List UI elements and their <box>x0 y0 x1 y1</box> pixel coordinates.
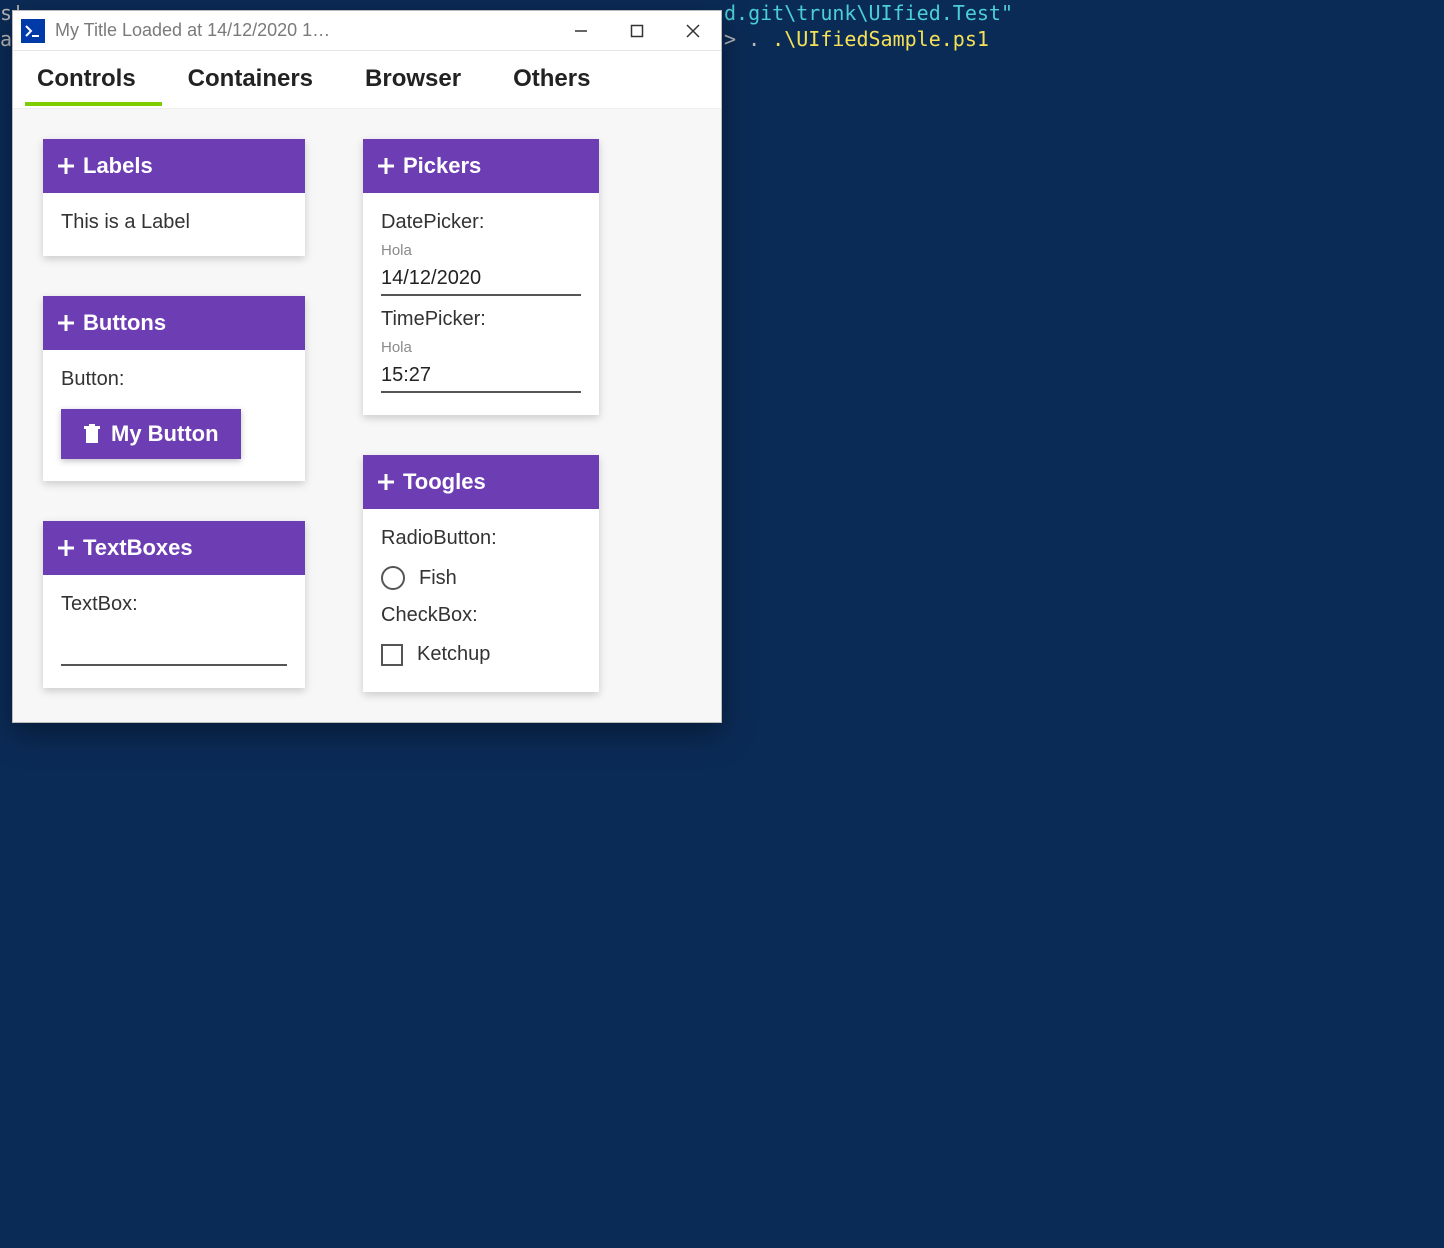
terminal-command: .\UIfiedSample.ps1 <box>772 27 989 51</box>
terminal-prompt: > . <box>724 27 772 51</box>
card-textboxes: TextBoxes TextBox: <box>43 521 305 688</box>
datepicker-label: DatePicker: <box>381 211 581 234</box>
card-header-toggles[interactable]: Toogles <box>363 455 599 509</box>
card-pickers: Pickers DatePicker: Hola TimePi <box>363 139 599 415</box>
checkbox-label: CheckBox: <box>381 604 581 627</box>
titlebar[interactable]: My Title Loaded at 14/12/2020 1… <box>13 11 721 51</box>
card-header-buttons-title: Buttons <box>83 310 166 336</box>
terminal-line-path: d.git\trunk\UIfied.Test" <box>724 0 1444 26</box>
tab-bar: Controls Containers Browser Others <box>13 51 721 109</box>
plus-icon <box>377 157 395 175</box>
button-field-label: Button: <box>61 368 287 391</box>
application-window: My Title Loaded at 14/12/2020 1… Control… <box>12 10 722 723</box>
powershell-app-icon <box>21 19 45 43</box>
content-area: Labels This is a Label Buttons Button: <box>13 109 721 722</box>
my-button[interactable]: My Button <box>61 409 241 459</box>
radiobutton-label: RadioButton: <box>381 527 581 550</box>
textbox-input[interactable] <box>61 634 287 666</box>
plus-icon <box>57 539 75 557</box>
radio-icon <box>381 566 405 590</box>
card-toggles: Toogles RadioButton: Fish CheckBox: Ketc… <box>363 455 599 692</box>
timepicker-value[interactable] <box>381 364 646 387</box>
plus-icon <box>57 314 75 332</box>
card-header-pickers[interactable]: Pickers <box>363 139 599 193</box>
card-labels: Labels This is a Label <box>43 139 305 256</box>
card-header-textboxes-title: TextBoxes <box>83 535 193 561</box>
trash-icon <box>83 424 101 444</box>
plus-icon <box>57 157 75 175</box>
sample-label: This is a Label <box>61 211 287 234</box>
tab-others[interactable]: Others <box>509 55 594 105</box>
my-button-label: My Button <box>111 421 219 447</box>
tab-controls[interactable]: Controls <box>33 55 140 105</box>
datepicker-value[interactable] <box>381 267 646 290</box>
card-buttons: Buttons Button: My Button <box>43 296 305 481</box>
close-button[interactable] <box>665 11 721 50</box>
card-header-labels[interactable]: Labels <box>43 139 305 193</box>
card-header-labels-title: Labels <box>83 153 153 179</box>
datepicker-input[interactable] <box>381 265 581 296</box>
card-header-textboxes[interactable]: TextBoxes <box>43 521 305 575</box>
maximize-button[interactable] <box>609 11 665 50</box>
checkbox-option-label: Ketchup <box>417 643 490 666</box>
card-header-pickers-title: Pickers <box>403 153 481 179</box>
textbox-field-label: TextBox: <box>61 593 287 616</box>
radio-option-fish[interactable]: Fish <box>381 562 581 594</box>
tab-browser[interactable]: Browser <box>361 55 465 105</box>
timepicker-hint: Hola <box>381 339 581 356</box>
card-header-toggles-title: Toogles <box>403 469 486 495</box>
checkbox-option-ketchup[interactable]: Ketchup <box>381 639 581 670</box>
radio-option-label: Fish <box>419 567 457 590</box>
checkbox-icon <box>381 644 403 666</box>
datepicker-hint: Hola <box>381 242 581 259</box>
card-header-buttons[interactable]: Buttons <box>43 296 305 350</box>
minimize-button[interactable] <box>553 11 609 50</box>
window-title: My Title Loaded at 14/12/2020 1… <box>55 20 553 41</box>
timepicker-label: TimePicker: <box>381 308 581 331</box>
tab-containers[interactable]: Containers <box>184 55 317 105</box>
timepicker-input[interactable] <box>381 362 581 393</box>
plus-icon <box>377 473 395 491</box>
